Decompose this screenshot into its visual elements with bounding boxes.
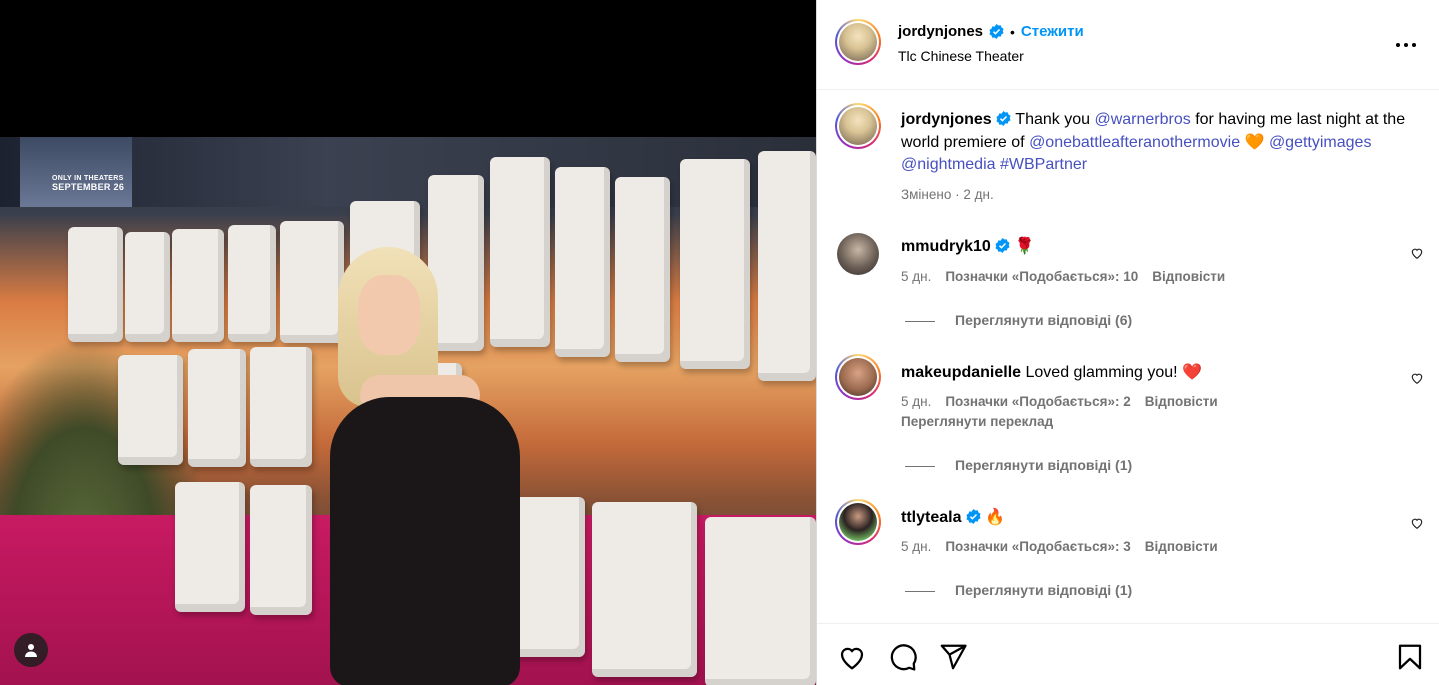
- comment-meta: 5 дн. Позначки «Подобається»: 2 Відповіс…: [901, 394, 1218, 409]
- comment-body: ttlyteala 🔥: [901, 507, 1005, 527]
- heart-icon[interactable]: [1410, 516, 1424, 530]
- replies-divider: [905, 466, 935, 467]
- comment-time[interactable]: 5 дн.: [901, 269, 931, 284]
- poster-text: ONLY IN THEATERS SEPTEMBER 26: [52, 175, 125, 192]
- view-replies-button[interactable]: Переглянути відповіді (6): [955, 312, 1132, 328]
- post-actions-bar: [817, 623, 1439, 685]
- heart-icon[interactable]: [837, 642, 867, 672]
- more-options-icon[interactable]: [1395, 37, 1417, 53]
- mention-link[interactable]: @gettyimages: [1269, 134, 1372, 151]
- comment-body: makeupdanielle Loved glamming you! ❤️: [901, 362, 1202, 382]
- comment-username[interactable]: mmudryk10: [901, 238, 991, 255]
- instagram-post-viewer: ONLY IN THEATERS SEPTEMBER 26 jordynjone…: [0, 0, 1439, 685]
- see-translation-button[interactable]: Переглянути переклад: [901, 414, 1053, 429]
- caption-avatar: [839, 107, 877, 145]
- post-media[interactable]: ONLY IN THEATERS SEPTEMBER 26: [0, 0, 816, 685]
- replies-divider: [905, 321, 935, 322]
- hashtag-link[interactable]: #WBPartner: [1000, 156, 1087, 173]
- comment-username[interactable]: ttlyteala: [901, 509, 961, 526]
- comment-body: mmudryk10 🌹: [901, 236, 1035, 256]
- comment-likes[interactable]: Позначки «Подобається»: 10: [945, 269, 1138, 284]
- commenter-avatar[interactable]: [837, 233, 879, 275]
- movie-poster: [20, 137, 132, 207]
- view-replies-button[interactable]: Переглянути відповіді (1): [955, 582, 1132, 598]
- tagged-users-button[interactable]: [14, 633, 48, 667]
- comment-icon[interactable]: [888, 642, 918, 672]
- comment-meta: 5 дн. Позначки «Подобається»: 10 Відпові…: [901, 269, 1225, 284]
- verified-badge-icon: [966, 509, 981, 524]
- author-avatar-ring[interactable]: [835, 19, 881, 65]
- verified-badge-icon: [996, 111, 1011, 126]
- caption-avatar-ring[interactable]: [835, 103, 881, 149]
- commenter-avatar: [839, 503, 877, 541]
- reply-button[interactable]: Відповісти: [1145, 539, 1218, 554]
- heart-icon[interactable]: [1410, 371, 1424, 385]
- comment-meta: 5 дн. Позначки «Подобається»: 3 Відповіс…: [901, 539, 1218, 554]
- mention-link[interactable]: @onebattleafteranothermovie: [1029, 134, 1240, 151]
- share-icon[interactable]: [938, 642, 968, 672]
- caption-username[interactable]: jordynjones: [901, 111, 992, 128]
- person-figure: [300, 247, 550, 685]
- location-link[interactable]: Tlc Chinese Theater: [898, 48, 1024, 64]
- comment-time[interactable]: 5 дн.: [901, 539, 931, 554]
- user-tag-icon: [25, 644, 37, 657]
- comment-likes[interactable]: Позначки «Подобається»: 2: [945, 394, 1130, 409]
- comment-time[interactable]: 5 дн.: [901, 394, 931, 409]
- author-username[interactable]: jordynjones: [898, 23, 983, 40]
- follow-button[interactable]: Стежити: [1021, 23, 1084, 40]
- comment-username[interactable]: makeupdanielle: [901, 364, 1021, 381]
- post-header: jordynjones • Стежити Tlc Chinese Theate…: [817, 0, 1439, 90]
- header-user-row: jordynjones • Стежити: [898, 23, 1084, 40]
- author-avatar: [839, 23, 877, 61]
- view-replies-button[interactable]: Переглянути відповіді (1): [955, 457, 1132, 473]
- post-side-panel: jordynjones • Стежити Tlc Chinese Theate…: [816, 0, 1439, 685]
- reply-button[interactable]: Відповісти: [1145, 394, 1218, 409]
- commenter-avatar: [839, 358, 877, 396]
- verified-badge-icon: [995, 238, 1010, 253]
- comment-text: 🔥: [985, 509, 1006, 526]
- comment-text: 🌹: [1014, 238, 1035, 255]
- post-caption: jordynjones Thank you @warnerbros for ha…: [901, 111, 1406, 173]
- separator-dot: •: [1010, 23, 1015, 40]
- mention-link[interactable]: @warnerbros: [1094, 111, 1190, 128]
- mention-link[interactable]: @nightmedia: [901, 156, 996, 173]
- commenter-avatar-ring[interactable]: [835, 354, 881, 400]
- orange-heart-emoji: 🧡: [1244, 133, 1265, 151]
- verified-badge-icon: [989, 24, 1004, 39]
- post-photo: ONLY IN THEATERS SEPTEMBER 26: [0, 137, 816, 685]
- bookmark-icon[interactable]: [1395, 642, 1425, 672]
- heart-icon[interactable]: [1410, 246, 1424, 260]
- comment-text: Loved glamming you! ❤️: [1025, 364, 1202, 381]
- replies-divider: [905, 591, 935, 592]
- commenter-avatar-ring[interactable]: [835, 499, 881, 545]
- comment-likes[interactable]: Позначки «Подобається»: 3: [945, 539, 1130, 554]
- caption-edited-time: Змінено · 2 дн.: [901, 187, 994, 202]
- reply-button[interactable]: Відповісти: [1152, 269, 1225, 284]
